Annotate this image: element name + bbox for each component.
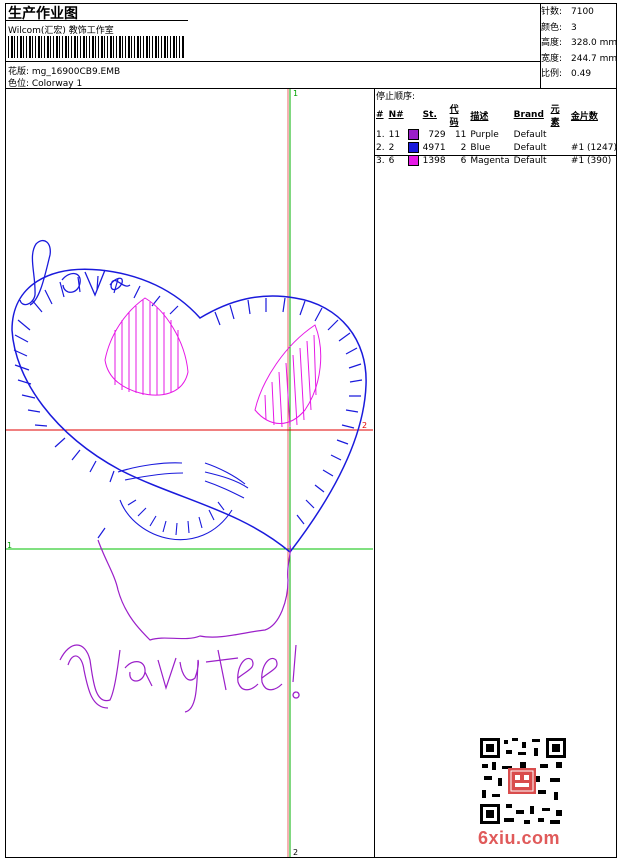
love-script	[19, 240, 131, 306]
qr-code	[480, 738, 566, 824]
marker-red-right: 2	[362, 421, 368, 430]
design-canvas	[6, 89, 373, 857]
face-smile	[119, 499, 233, 541]
heart-outline	[11, 268, 367, 554]
watermark-text: 6xiu.com	[478, 828, 561, 848]
navy-tee-script	[59, 644, 300, 713]
face-whiskers	[117, 462, 249, 499]
marker-bottom: 2	[293, 848, 299, 857]
left-ear	[104, 297, 189, 396]
marker-green-left: 1	[7, 541, 13, 550]
body-outline	[97, 539, 292, 641]
marker-top: 1	[293, 89, 299, 98]
